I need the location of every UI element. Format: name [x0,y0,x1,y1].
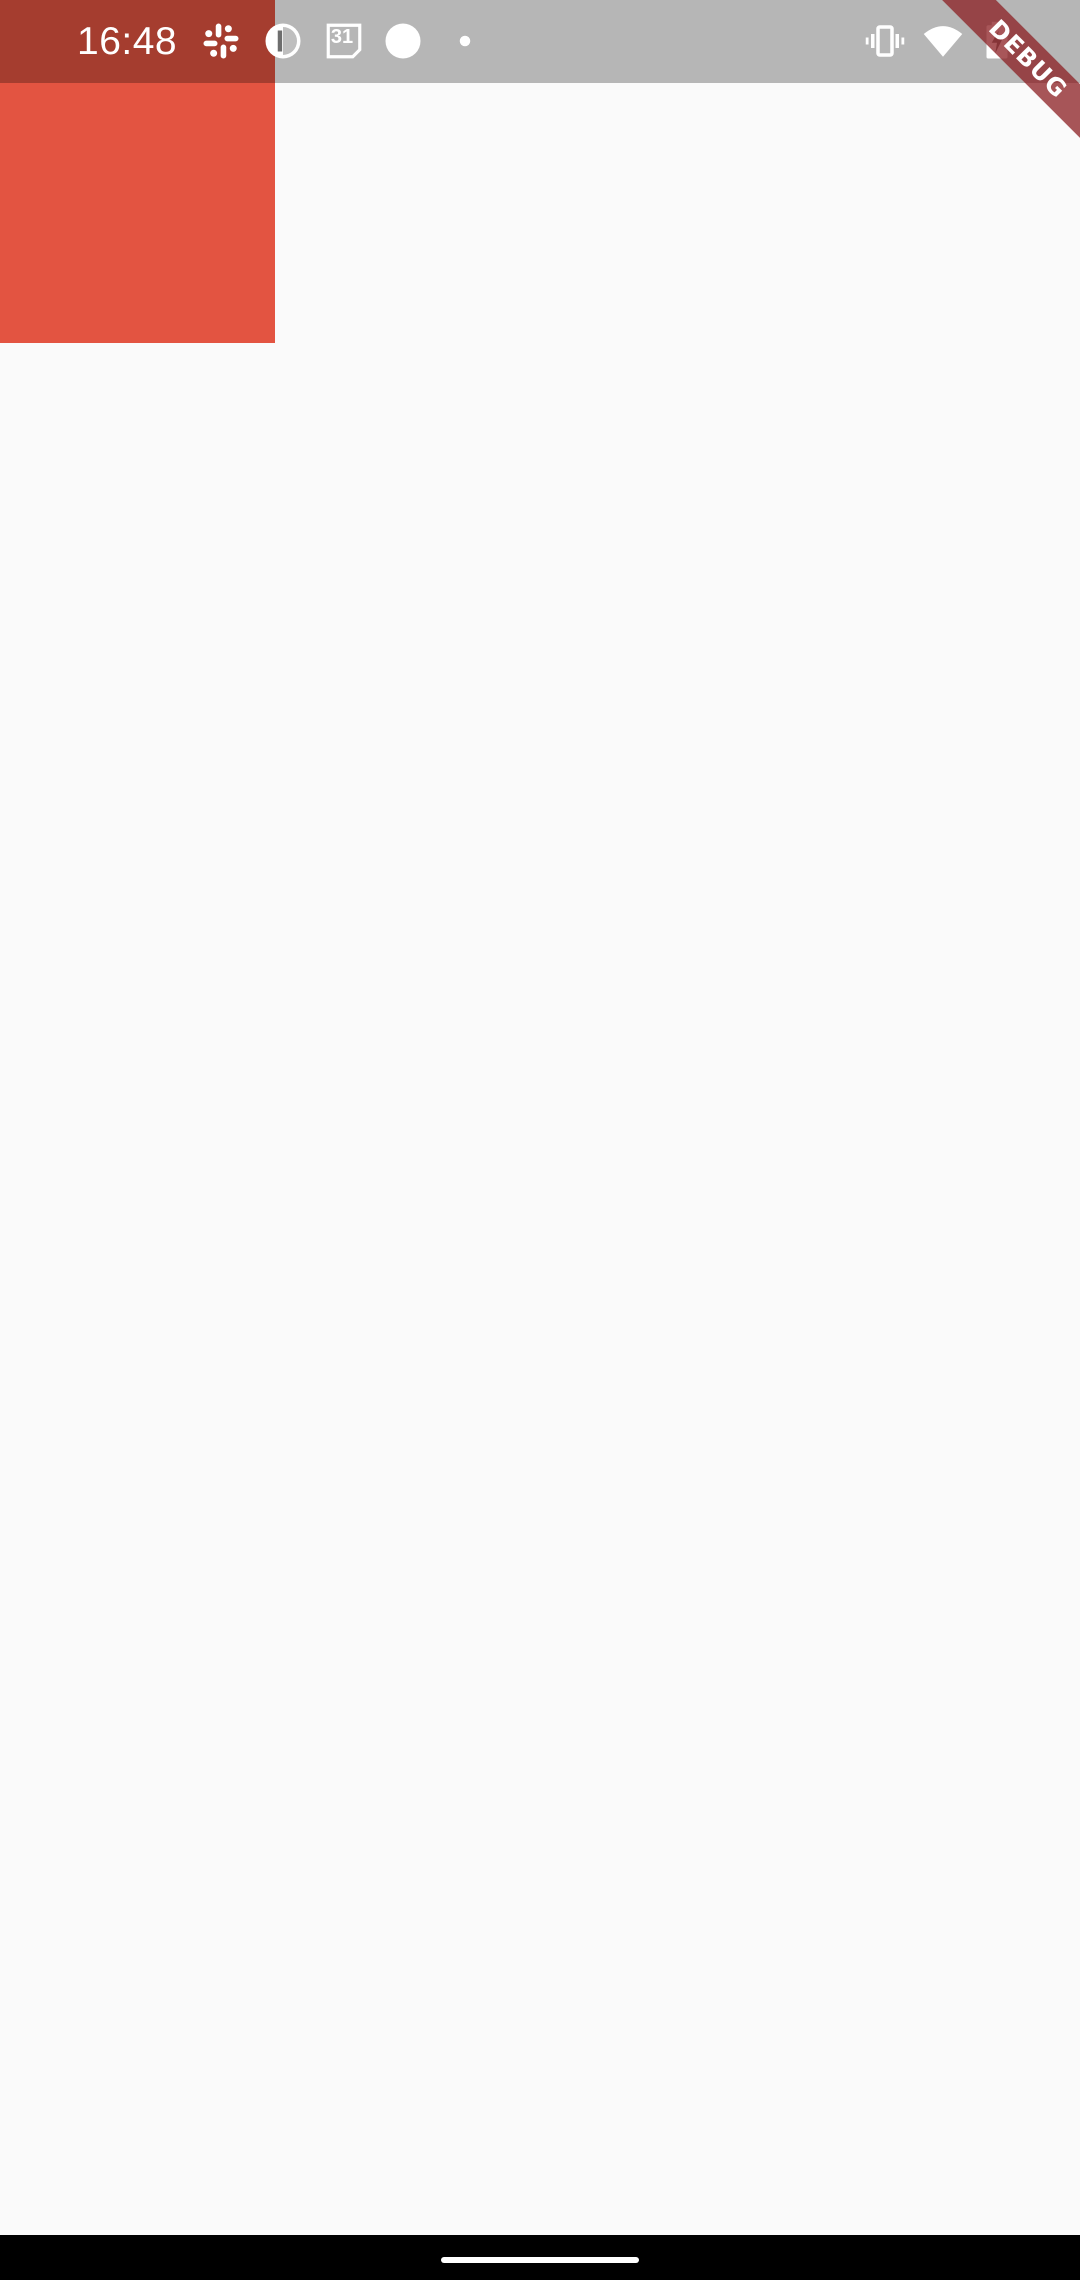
slack-icon [200,20,242,62]
wifi-icon [922,20,964,62]
dot-icon [444,20,486,62]
calendar-icon: 31 [323,20,365,62]
half-circle-icon [262,20,304,62]
vibrate-icon [864,20,906,62]
status-bar: 16:48 31 [0,0,1080,83]
home-indicator[interactable] [441,2257,639,2263]
status-time: 16:48 [77,20,178,63]
circle-icon [382,20,424,62]
calendar-day: 31 [330,26,354,48]
battery-charging-icon [976,20,1018,62]
navigation-bar [0,2235,1080,2280]
